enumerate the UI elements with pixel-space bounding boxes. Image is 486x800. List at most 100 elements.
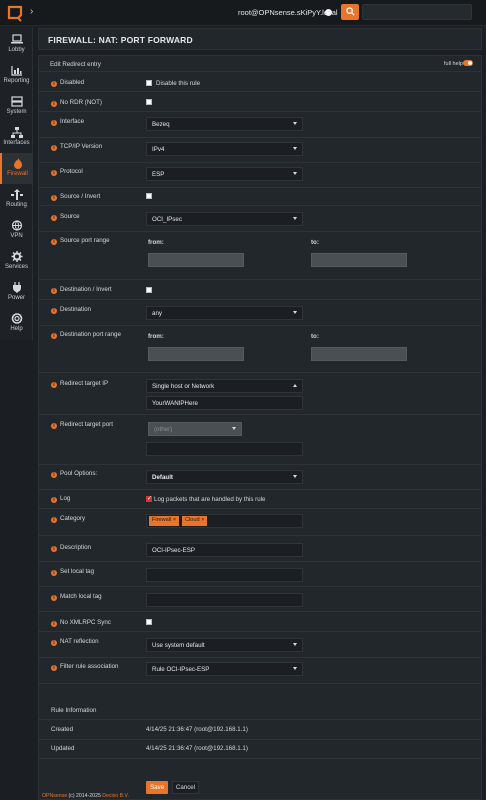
category-tag[interactable]: Cloud × [182,516,208,526]
destination-label: i Destination [51,306,91,314]
info-icon[interactable]: i [51,81,57,87]
info-icon[interactable]: i [51,665,57,671]
info-icon[interactable]: i [51,170,57,176]
caret-down-icon [293,311,297,314]
dest-port-to-select[interactable] [311,347,407,361]
sidebar-item-firewall[interactable]: Firewall [0,153,33,184]
lifebuoy-icon [11,313,22,324]
disabled-checkbox[interactable] [146,80,152,86]
sidebar-toggle-chevron-icon[interactable]: › [30,6,33,17]
nat-reflection-select[interactable]: Use system default [146,638,303,652]
routing-icon [10,189,23,200]
sidebar-item-label: Routing [6,202,27,208]
sidebar-item-lobby[interactable]: Lobby [0,29,33,60]
info-icon[interactable]: i [51,101,57,107]
divider [39,683,481,684]
sidebar-item-vpn[interactable]: VPN [0,215,33,246]
full-help-label: full help [444,61,463,67]
dest-port-from-select[interactable] [148,347,244,361]
sidebar-item-help[interactable]: Help [0,308,33,339]
sidebar-item-system[interactable]: System [0,91,33,122]
info-icon[interactable]: i [51,595,57,601]
opnsense-logo-icon[interactable] [6,4,24,22]
description-input[interactable]: OCI-IPsec-ESP [146,543,303,557]
info-icon[interactable]: i [51,145,57,151]
caret-down-icon [293,122,297,125]
match-local-tag-input[interactable] [146,593,303,607]
redirect-port-input[interactable] [146,442,303,456]
search-button[interactable] [341,4,359,20]
info-icon[interactable]: i [51,195,57,201]
log-label: i Log [51,495,70,503]
destination-select[interactable]: any [146,306,303,320]
info-icon[interactable]: i [51,333,57,339]
caret-down-icon [293,667,297,670]
info-icon[interactable]: i [51,472,57,478]
source-port-range-label: i Source port range [51,237,110,245]
filter-rule-select[interactable]: Rule OCI-IPsec-ESP [146,662,303,676]
redirect-port-select[interactable]: (other) [148,422,242,436]
sidebar-item-services[interactable]: Services [0,246,33,277]
interface-label: i Interface [51,118,84,126]
info-icon[interactable]: i [51,120,57,126]
log-checkbox[interactable] [146,495,152,502]
sidebar-item-routing[interactable]: Routing [0,184,33,215]
protocol-select[interactable]: ESP [146,167,303,181]
info-icon[interactable]: i [51,570,57,576]
no-rdr-checkbox[interactable] [146,99,152,105]
redirect-ip-type-select[interactable]: Single host or Network [146,379,303,393]
sidebar-item-interfaces[interactable]: Interfaces [0,122,33,153]
info-icon[interactable]: i [51,239,57,245]
source-port-to-label: to: [311,239,319,246]
info-icon[interactable]: i [51,621,57,627]
laptop-icon [10,34,23,44]
user-label[interactable]: root@OPNsense.sKiPyY.local [238,8,338,17]
info-icon[interactable]: i [51,423,57,429]
info-icon[interactable]: i [51,517,57,523]
interface-select[interactable]: Bezeq [146,117,303,131]
category-tag[interactable]: Firewall × [149,516,180,526]
search-input[interactable] [362,4,472,20]
divider [39,535,481,536]
plug-icon [12,282,21,293]
divider [39,71,481,72]
source-port-to-select[interactable] [311,253,407,267]
tcpip-select[interactable]: IPv4 [146,142,303,156]
divider [39,91,481,92]
info-icon[interactable]: i [51,288,57,294]
sidebar-item-label: System [6,109,27,115]
info-icon[interactable]: i [51,308,57,314]
network-icon [10,127,23,138]
set-local-tag-input[interactable] [146,568,303,582]
redirect-ip-input[interactable]: YourWANIPHere [146,396,303,410]
sidebar-item-label: Help [10,326,23,332]
sidebar-item-power[interactable]: Power [0,277,33,308]
divider [39,739,481,740]
info-icon[interactable]: i [51,640,57,646]
divider [39,631,481,632]
pool-options-select[interactable]: Default [146,470,303,484]
source-invert-checkbox[interactable] [146,193,152,199]
caret-down-icon [293,475,297,478]
info-icon[interactable]: i [51,215,57,221]
status-dot-icon [325,9,332,16]
info-icon[interactable]: i [51,382,57,388]
match-local-tag-label: i Match local tag [51,593,102,601]
footer-brand-link[interactable]: OPNsense [42,793,67,799]
save-button[interactable]: Save [146,781,168,794]
nat-reflection-label: i NAT reflection [51,638,99,646]
sidebar-item-label: Reporting [3,78,30,84]
source-port-from-select[interactable] [148,253,244,267]
dest-invert-checkbox[interactable] [146,287,152,293]
no-xmlrpc-checkbox[interactable] [146,619,152,625]
footer-company-link[interactable]: Deciso B.V. [102,793,129,799]
info-icon[interactable]: i [51,497,57,503]
log-check-label: Log packets that are handled by this rul… [154,496,266,503]
cancel-button[interactable]: Cancel [172,781,199,794]
divider [39,279,481,280]
sidebar-item-reporting[interactable]: Reporting [0,60,33,91]
info-icon[interactable]: i [51,546,57,552]
source-select[interactable]: OCI_IPsec [146,212,303,226]
no-rdr-label: i No RDR (NOT) [51,99,102,107]
full-help-toggle[interactable] [463,60,473,66]
